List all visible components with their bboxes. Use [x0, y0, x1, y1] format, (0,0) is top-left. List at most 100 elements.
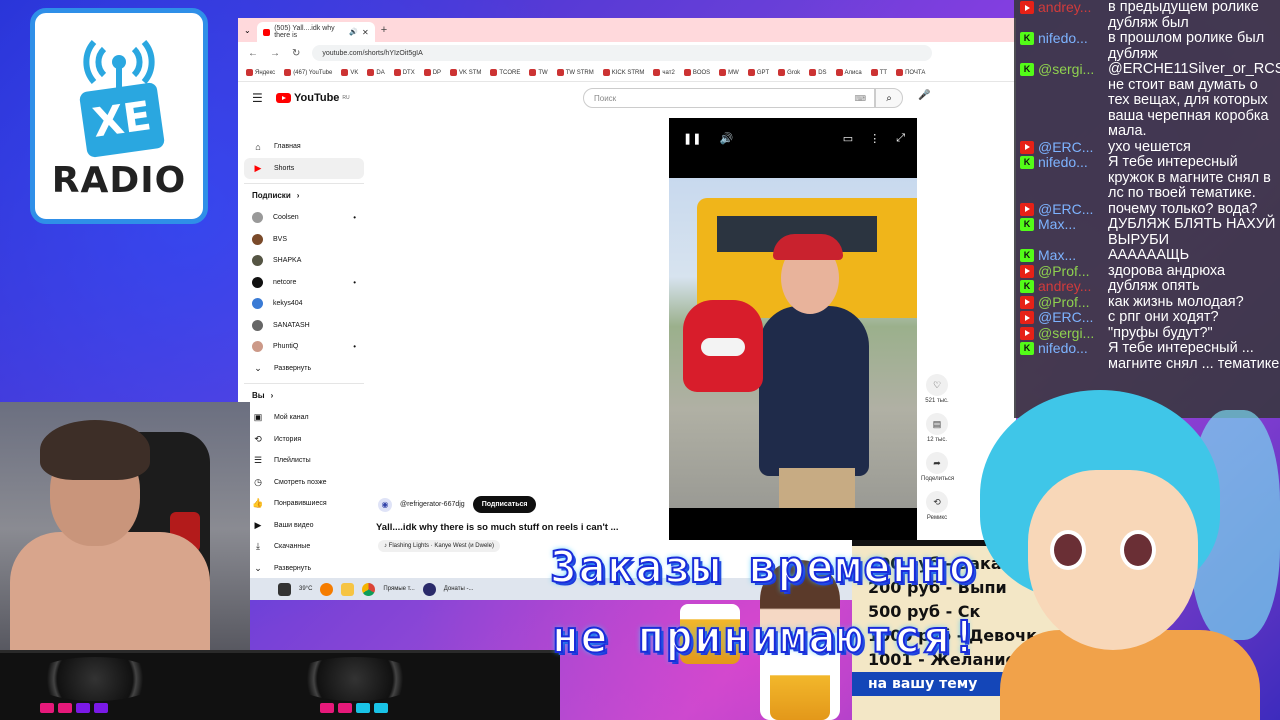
bookmark-item[interactable]: DTX — [393, 69, 415, 76]
forward-icon[interactable]: → — [270, 48, 280, 59]
anime-eye — [1120, 530, 1156, 570]
history-icon: ⟲ — [254, 433, 262, 444]
back-icon[interactable]: ← — [248, 48, 258, 59]
short-video-player[interactable]: ❚❚ 🔊 ▭ ⋮ ⤢ — [669, 118, 917, 540]
channel-name[interactable]: @refrigerator-667djg — [400, 501, 465, 508]
reload-icon[interactable]: ↻ — [292, 48, 300, 59]
taskbar-item-2[interactable]: Донаты -... — [444, 586, 474, 592]
bookmark-item[interactable]: VK — [341, 69, 358, 76]
bookmark-item[interactable]: DS — [809, 69, 827, 76]
bookmark-item[interactable]: Яндекс — [246, 69, 275, 76]
bookmark-item[interactable]: TW — [529, 69, 548, 76]
music-chip[interactable]: ♪ Flashing Lights · Kanye West (и Dwele) — [378, 540, 500, 552]
sidebar-you-item[interactable]: ▶ Ваши видео — [244, 515, 364, 537]
tab-title: (505) Yall....idk why there is — [274, 25, 335, 39]
right-pads — [320, 703, 388, 713]
tab-list-icon[interactable]: ⌄ — [244, 26, 251, 35]
share-action[interactable]: ➦ Поделиться — [921, 452, 954, 482]
sidebar-subscription[interactable]: kekys404 — [244, 293, 364, 315]
you-header[interactable]: Вы › — [244, 383, 364, 407]
bookmark-item[interactable]: DP — [423, 69, 441, 76]
menu-icon[interactable]: ☰ — [252, 91, 272, 105]
sidebar-subscription[interactable]: PhuntiQ • — [244, 336, 364, 358]
sidebar-you-item[interactable]: ⟲ История — [244, 429, 364, 451]
browser-tab[interactable]: (505) Yall....idk why there is 🔊 ✕ — [256, 22, 375, 42]
bookmark-favicon-icon — [778, 69, 786, 76]
youtube-logo[interactable]: YouTube RU — [276, 92, 350, 104]
bookmark-label: ПОЧТА — [905, 69, 926, 76]
bookmark-item[interactable]: Grok — [778, 69, 800, 76]
bookmark-item[interactable]: KICK STRM — [602, 69, 644, 76]
fullscreen-icon[interactable]: ⤢ — [896, 132, 905, 145]
subscribe-button[interactable]: Подписаться — [472, 496, 537, 513]
sidebar-you-item[interactable]: 👍 Понравившиеся — [244, 493, 364, 515]
captions-icon[interactable]: ▭ — [843, 132, 853, 145]
volume-icon[interactable]: 🔊 — [719, 132, 733, 145]
like-action[interactable]: ♡ 521 тыс. — [921, 374, 953, 404]
bookmark-item[interactable]: (467) YouTube — [284, 69, 332, 76]
subscription-label: Coolsen — [273, 214, 299, 222]
sidebar-item-label: Развернуть — [274, 564, 312, 572]
bookmark-item[interactable]: VK STM — [450, 69, 481, 76]
sidebar-you-item[interactable]: ⤓ Скачанные — [244, 536, 364, 558]
chrome-icon[interactable] — [362, 582, 376, 596]
video-title[interactable]: Yall....idk why there is so much stuff o… — [376, 522, 618, 533]
start-icon[interactable] — [278, 582, 291, 596]
taskbar-item-1[interactable]: Прямые т... — [383, 586, 414, 592]
remix-action[interactable]: ⟲ Ремикс — [921, 491, 953, 521]
close-tab-icon[interactable]: ✕ — [362, 28, 369, 37]
chat-username: andrey... — [1038, 0, 1092, 15]
sidebar-item-label: Мой канал — [274, 414, 309, 422]
bookmark-item[interactable]: Алиса — [835, 69, 862, 76]
firefox-icon[interactable] — [320, 582, 334, 596]
bookmark-item[interactable]: чат2 — [653, 69, 675, 76]
sidebar-expand-button[interactable]: ⌄ Развернуть — [244, 358, 364, 380]
app-icon[interactable] — [422, 582, 436, 596]
sidebar-item-home[interactable]: ⌂ Главная — [244, 136, 364, 158]
audio-icon[interactable]: 🔊 — [349, 28, 358, 36]
comment-action[interactable]: ▤ 12 тыс. — [921, 413, 953, 443]
url-field[interactable]: youtube.com/shorts/hYIzOit5gIA — [312, 45, 933, 61]
pause-icon[interactable]: ❚❚ — [683, 132, 701, 145]
bookmark-item[interactable]: GPT — [747, 69, 769, 76]
sidebar-you-item[interactable]: ⌄ Развернуть — [244, 558, 364, 580]
bookmark-item[interactable]: ПОЧТА — [896, 69, 925, 76]
search-input[interactable]: Поиск ⌨ — [583, 88, 875, 108]
subscription-label: BVS — [273, 235, 288, 243]
new-tab-icon[interactable]: + — [381, 24, 387, 36]
sidebar-subscription[interactable]: SHAPKA — [244, 250, 364, 272]
sidebar-subscription[interactable]: BVS — [244, 229, 364, 251]
sidebar-you-item[interactable]: ▣ Мой канал — [244, 407, 364, 429]
sidebar-item-shorts[interactable]: ▶ Shorts — [244, 157, 364, 179]
chat-message: andrey... в предыдущем ролике дубляж был — [1014, 0, 1280, 31]
sidebar: ⌂ Главная ▶ Shorts Подписки › Coolsen • BV… — [244, 136, 364, 579]
bookmark-item[interactable]: TT — [870, 69, 887, 76]
bookmark-item[interactable]: MW — [719, 69, 739, 76]
pad — [94, 703, 108, 713]
folder-icon[interactable] — [341, 582, 355, 596]
chevron-right-icon: › — [270, 391, 274, 400]
chat-message-meta: @sergi... — [1020, 325, 1094, 342]
bookmark-item[interactable]: TCORE — [490, 69, 520, 76]
sidebar-you-item[interactable]: ☰ Плейлисты — [244, 450, 364, 472]
chat-message: @ERC... почему только? вода? — [1014, 201, 1280, 218]
sidebar-you-item[interactable]: ◷ Смотреть позже — [244, 472, 364, 494]
bookmark-item[interactable]: TW STRM — [556, 69, 594, 76]
video-frame — [669, 178, 917, 508]
weather-label[interactable]: 39°C — [299, 586, 312, 592]
search-button[interactable]: ⌕ — [875, 88, 903, 108]
bookmark-label: (467) YouTube — [293, 69, 333, 76]
bookmark-favicon-icon — [896, 69, 904, 76]
avatar — [252, 319, 263, 331]
subscriptions-header[interactable]: Подписки › — [244, 183, 364, 207]
sidebar-subscription[interactable]: SANATASH — [244, 315, 364, 337]
sidebar-subscription[interactable]: Coolsen • — [244, 207, 364, 229]
channel-avatar[interactable]: ◉ — [378, 497, 392, 512]
bookmark-item[interactable]: DA — [367, 69, 385, 76]
sidebar-subscription[interactable]: netcore • — [244, 272, 364, 294]
microphone-icon[interactable]: 🎤 — [918, 90, 930, 101]
chat-username: nifedo... — [1038, 30, 1088, 46]
keyboard-icon[interactable]: ⌨ — [854, 94, 866, 103]
more-options-icon[interactable]: ⋮ — [869, 132, 880, 145]
bookmark-item[interactable]: BOOS — [683, 69, 710, 76]
